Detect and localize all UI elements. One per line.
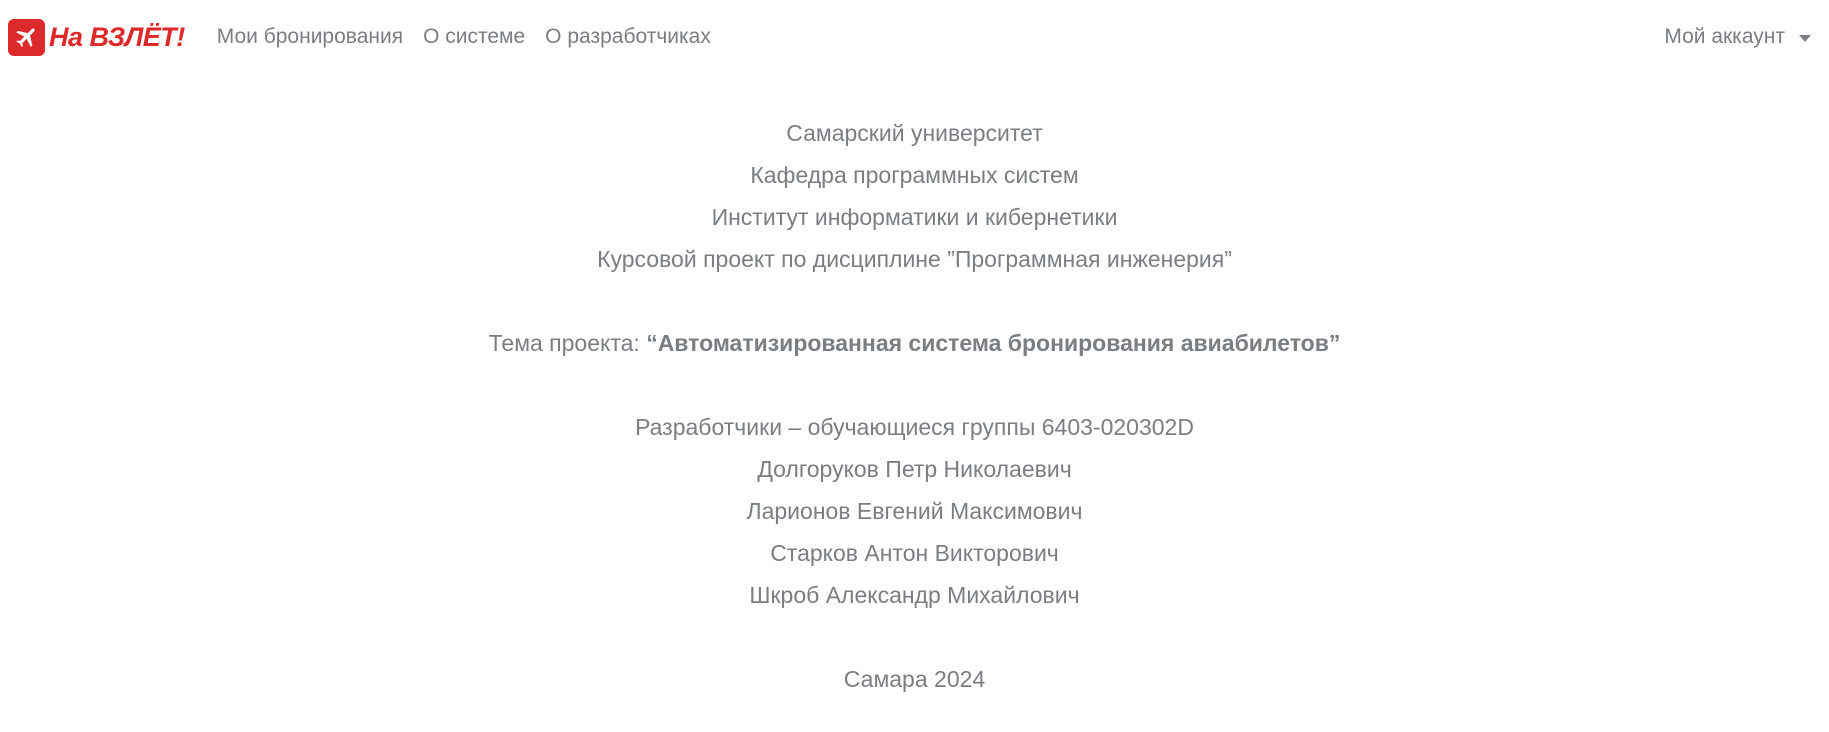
institute-name: Институт информатики и кибернетики <box>711 204 1118 230</box>
airplane-icon <box>8 18 45 56</box>
nav-links: Мои бронирования О системе О разработчик… <box>217 25 721 49</box>
about-content: Самарский университет Кафедра программны… <box>0 74 1829 700</box>
top-navbar: На ВЗЛЁТ! Мои бронирования О системе О р… <box>0 0 1829 74</box>
nav-link-about-developers[interactable]: О разработчиках <box>535 25 721 49</box>
account-dropdown[interactable]: Мой аккаунт <box>1664 0 1811 74</box>
city-year: Самара 2024 <box>843 666 986 692</box>
course-title: Курсовой проект по дисциплине ”Программн… <box>597 246 1232 272</box>
developer-name: Старков Антон Викторович <box>770 540 1059 566</box>
nav-link-my-bookings[interactable]: Мои бронирования <box>217 25 413 49</box>
brand-logo[interactable]: На ВЗЛЁТ! <box>8 18 185 56</box>
caret-down-icon <box>1799 34 1811 42</box>
topic-label: Тема проекта: <box>488 330 647 356</box>
brand-name: На ВЗЛЁТ! <box>49 21 185 52</box>
department-name: Кафедра программных систем <box>750 162 1079 188</box>
account-label: Мой аккаунт <box>1664 25 1785 48</box>
developer-name: Шкроб Александр Михайлович <box>749 582 1080 608</box>
developer-name: Ларионов Евгений Максимович <box>746 498 1083 524</box>
topic-title: “Автоматизированная система бронирования… <box>646 330 1341 356</box>
nav-link-about-system[interactable]: О системе <box>413 25 535 49</box>
project-topic: Тема проекта: “Автоматизированная систем… <box>0 322 1829 364</box>
university-name: Самарский университет <box>786 120 1043 146</box>
developer-name: Долгоруков Петр Николаевич <box>757 456 1072 482</box>
developers-heading: Разработчики – обучающиеся группы 6403-0… <box>635 414 1194 440</box>
